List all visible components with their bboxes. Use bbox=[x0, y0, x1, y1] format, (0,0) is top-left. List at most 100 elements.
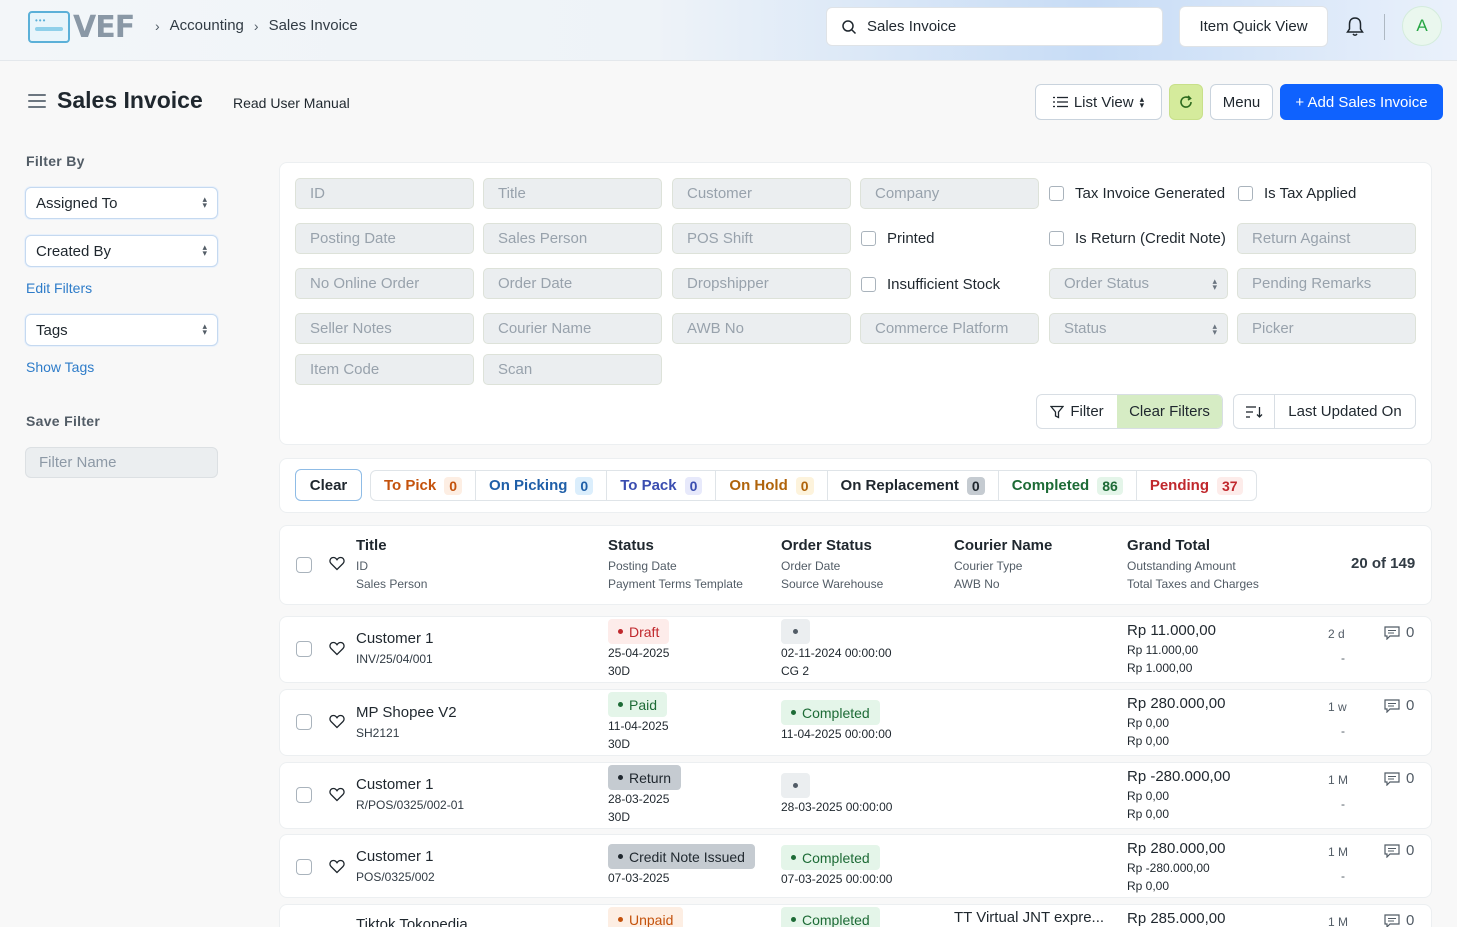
status-tab[interactable]: On Picking 0 bbox=[476, 471, 608, 500]
status-tab[interactable]: To Pack 0 bbox=[607, 471, 717, 500]
record-count: 20 of 149 bbox=[1351, 555, 1416, 572]
search-input[interactable]: Sales Invoice bbox=[826, 7, 1163, 46]
status-select[interactable]: Status ▴ ▾ bbox=[1049, 313, 1228, 344]
is-tax-applied-checkbox[interactable]: Is Tax Applied bbox=[1238, 185, 1356, 202]
commerce-platform-filter[interactable]: Commerce Platform bbox=[860, 313, 1039, 344]
return-against-filter[interactable]: Return Against bbox=[1237, 223, 1416, 254]
column-title[interactable]: Title bbox=[356, 537, 387, 554]
avatar[interactable]: A bbox=[1402, 6, 1442, 46]
edit-filters-link[interactable]: Edit Filters bbox=[26, 280, 92, 296]
assigned-to-select[interactable]: Assigned To ▴ ▾ bbox=[25, 187, 218, 219]
row-checkbox[interactable] bbox=[296, 714, 312, 730]
status-tab[interactable]: Completed 86 bbox=[999, 471, 1137, 500]
row-taxes: Rp 0,00 bbox=[1127, 879, 1170, 893]
breadcrumb-sales-invoice[interactable]: Sales Invoice bbox=[269, 17, 358, 34]
heart-icon[interactable] bbox=[329, 641, 345, 656]
divider bbox=[1384, 14, 1385, 40]
table-row[interactable] bbox=[279, 762, 1432, 829]
row-title[interactable]: Customer 1 bbox=[356, 776, 434, 793]
item-code-filter[interactable]: Item Code bbox=[295, 354, 474, 385]
row-checkbox[interactable] bbox=[296, 641, 312, 657]
checkbox-box bbox=[1238, 186, 1253, 201]
row-checkbox[interactable] bbox=[296, 787, 312, 803]
menu-button[interactable]: Menu bbox=[1210, 84, 1273, 120]
breadcrumb-accounting[interactable]: Accounting bbox=[170, 17, 244, 34]
column-awb-no: AWB No bbox=[954, 577, 1000, 591]
posting-date-filter[interactable]: Posting Date bbox=[295, 223, 474, 254]
sort-direction-button[interactable] bbox=[1234, 395, 1275, 428]
filter-button[interactable]: Filter bbox=[1037, 395, 1117, 428]
status-tab-label: To Pack bbox=[620, 477, 677, 494]
heart-icon[interactable] bbox=[329, 556, 345, 571]
company-filter[interactable]: Company bbox=[860, 178, 1039, 209]
checkbox-label: Tax Invoice Generated bbox=[1075, 185, 1226, 202]
column-order-status[interactable]: Order Status bbox=[781, 537, 872, 554]
refresh-button[interactable] bbox=[1169, 84, 1203, 120]
seller-notes-filter[interactable]: Seller Notes bbox=[295, 313, 474, 344]
select-label: Order Status bbox=[1064, 275, 1150, 292]
row-comments[interactable]: 0 bbox=[1384, 770, 1414, 787]
customer-filter[interactable]: Customer bbox=[672, 178, 851, 209]
clear-filters-button[interactable]: Clear Filters bbox=[1117, 395, 1222, 428]
heart-icon[interactable] bbox=[329, 714, 345, 729]
is-return-checkbox[interactable]: Is Return (Credit Note) bbox=[1049, 230, 1226, 247]
no-online-order-filter[interactable]: No Online Order bbox=[295, 268, 474, 299]
scan-filter[interactable]: Scan bbox=[483, 354, 662, 385]
pending-remarks-filter[interactable]: Pending Remarks bbox=[1237, 268, 1416, 299]
printed-checkbox[interactable]: Printed bbox=[861, 230, 935, 247]
status-tab-label: Completed bbox=[1011, 477, 1090, 494]
order-status-select[interactable]: Order Status ▴ ▾ bbox=[1049, 268, 1228, 299]
sales-person-filter[interactable]: Sales Person bbox=[483, 223, 662, 254]
insufficient-stock-checkbox[interactable]: Insufficient Stock bbox=[861, 276, 1000, 293]
row-comments[interactable]: 0 bbox=[1384, 842, 1414, 859]
status-tab[interactable]: To Pick 0 bbox=[371, 471, 477, 500]
row-checkbox[interactable] bbox=[296, 859, 312, 875]
created-by-label: Created By bbox=[36, 242, 112, 260]
bell-icon[interactable] bbox=[1345, 16, 1365, 38]
id-filter[interactable]: ID bbox=[295, 178, 474, 209]
row-title[interactable]: Customer 1 bbox=[356, 630, 434, 647]
row-comments[interactable]: 0 bbox=[1384, 624, 1414, 641]
list-view-button[interactable]: List View ▴ ▾ bbox=[1035, 84, 1162, 120]
tax-invoice-generated-checkbox[interactable]: Tax Invoice Generated bbox=[1049, 185, 1225, 202]
row-payment-terms: 30D bbox=[608, 810, 631, 824]
show-tags-link[interactable]: Show Tags bbox=[26, 359, 94, 375]
filter-name-input[interactable]: Filter Name bbox=[25, 447, 218, 478]
read-user-manual-link[interactable]: Read User Manual bbox=[233, 95, 350, 111]
sort-field-button[interactable]: Last Updated On bbox=[1275, 395, 1415, 428]
breadcrumb: › Accounting › Sales Invoice bbox=[155, 17, 358, 34]
select-all-checkbox[interactable] bbox=[296, 557, 312, 573]
row-grand-total: Rp 11.000,00 bbox=[1127, 622, 1216, 639]
order-date-filter[interactable]: Order Date bbox=[483, 268, 662, 299]
row-title[interactable]: Customer 1 bbox=[356, 848, 434, 865]
row-comments[interactable]: 0 bbox=[1384, 912, 1414, 927]
courier-name-filter[interactable]: Courier Name bbox=[483, 313, 662, 344]
add-sales-invoice-button[interactable]: + Add Sales Invoice bbox=[1280, 84, 1443, 120]
heart-icon[interactable] bbox=[329, 859, 345, 874]
item-quick-view-button[interactable]: Item Quick View bbox=[1179, 6, 1328, 47]
heart-icon[interactable] bbox=[329, 787, 345, 802]
tags-select[interactable]: Tags ▴ ▾ bbox=[25, 314, 218, 346]
comment-icon bbox=[1384, 771, 1400, 786]
clear-status-button[interactable]: Clear bbox=[295, 469, 362, 501]
row-title[interactable]: Tiktok Tokopedia bbox=[356, 916, 468, 927]
column-status[interactable]: Status bbox=[608, 537, 654, 554]
column-courier-name[interactable]: Courier Name bbox=[954, 537, 1052, 554]
row-modified-age: 1 M bbox=[1328, 915, 1349, 927]
pos-shift-filter[interactable]: POS Shift bbox=[672, 223, 851, 254]
title-filter[interactable]: Title bbox=[483, 178, 662, 209]
row-comments[interactable]: 0 bbox=[1384, 697, 1414, 714]
awb-no-filter[interactable]: AWB No bbox=[672, 313, 851, 344]
status-tab[interactable]: On Hold 0 bbox=[716, 471, 828, 500]
app-logo[interactable]: ••• VEF bbox=[28, 10, 138, 45]
picker-filter[interactable]: Picker bbox=[1237, 313, 1416, 344]
row-dash: - bbox=[1341, 797, 1345, 811]
comment-icon bbox=[1384, 843, 1400, 858]
row-title[interactable]: MP Shopee V2 bbox=[356, 704, 457, 721]
column-grand-total[interactable]: Grand Total bbox=[1127, 537, 1210, 554]
sidebar-toggle-icon[interactable] bbox=[28, 94, 46, 108]
status-tab[interactable]: Pending 37 bbox=[1137, 471, 1256, 500]
status-tab[interactable]: On Replacement 0 bbox=[828, 471, 999, 500]
created-by-select[interactable]: Created By ▴ ▾ bbox=[25, 235, 218, 267]
dropshipper-filter[interactable]: Dropshipper bbox=[672, 268, 851, 299]
